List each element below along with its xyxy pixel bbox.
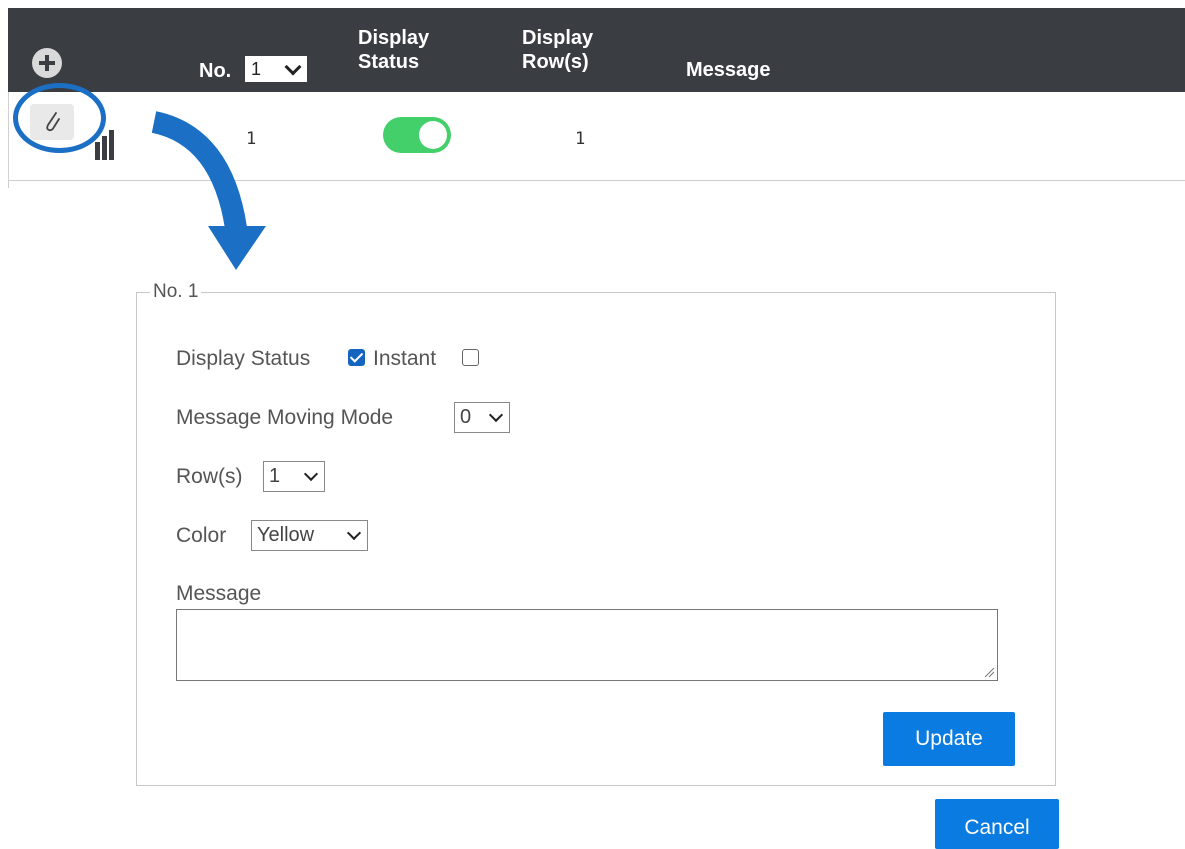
chevron-down-icon	[488, 407, 504, 423]
rows-label: Row(s)	[176, 465, 243, 488]
rows-value: 1	[269, 465, 281, 487]
message-label: Message	[176, 582, 262, 605]
moving-mode-label: Message Moving Mode	[176, 406, 394, 429]
header-message: Message	[686, 59, 771, 81]
header-display-rows-line2: Row(s)	[522, 51, 589, 73]
update-button[interactable]: Update	[883, 712, 1015, 766]
rows-select[interactable]: 1	[263, 461, 325, 492]
moving-mode-select[interactable]: 0	[454, 402, 510, 433]
moving-mode-value: 0	[460, 406, 472, 428]
header-display-status: Display Status	[358, 26, 429, 74]
row-display-rows: 1	[575, 129, 586, 149]
display-status-checkbox[interactable]	[348, 349, 365, 366]
instant-label: Instant	[373, 347, 437, 370]
header-display-status-line1: Display	[358, 27, 430, 49]
page: No. 1 Display Status Display Row(s) Mess…	[0, 0, 1185, 849]
no-select-value: 1	[251, 59, 262, 79]
plus-circle-icon[interactable]	[32, 48, 62, 78]
header-no-label: No.	[199, 60, 232, 82]
chevron-down-icon	[284, 58, 302, 76]
display-status-label: Display Status	[176, 347, 311, 370]
row-border	[8, 92, 9, 188]
color-label: Color	[176, 524, 227, 547]
bar-chart-icon[interactable]	[93, 128, 115, 160]
resize-grip-icon[interactable]	[984, 667, 995, 678]
header-display-rows-line1: Display	[522, 27, 594, 49]
no-select[interactable]: 1	[245, 56, 307, 82]
table-header: No. 1 Display Status Display Row(s) Mess…	[8, 8, 1185, 92]
header-display-status-line2: Status	[358, 51, 420, 73]
curved-arrow-icon	[151, 111, 266, 270]
cancel-button[interactable]: Cancel	[935, 799, 1059, 849]
header-display-rows: Display Row(s)	[522, 26, 593, 74]
chevron-down-icon	[303, 466, 319, 482]
color-value: Yellow	[257, 524, 315, 546]
chevron-down-icon	[346, 525, 362, 541]
toggle-knob	[419, 121, 447, 149]
instant-checkbox[interactable]	[462, 349, 479, 366]
message-textarea[interactable]	[176, 609, 998, 681]
edit-panel-legend: No. 1	[150, 281, 202, 303]
color-select[interactable]: Yellow	[251, 520, 368, 551]
display-status-toggle[interactable]	[383, 117, 451, 153]
